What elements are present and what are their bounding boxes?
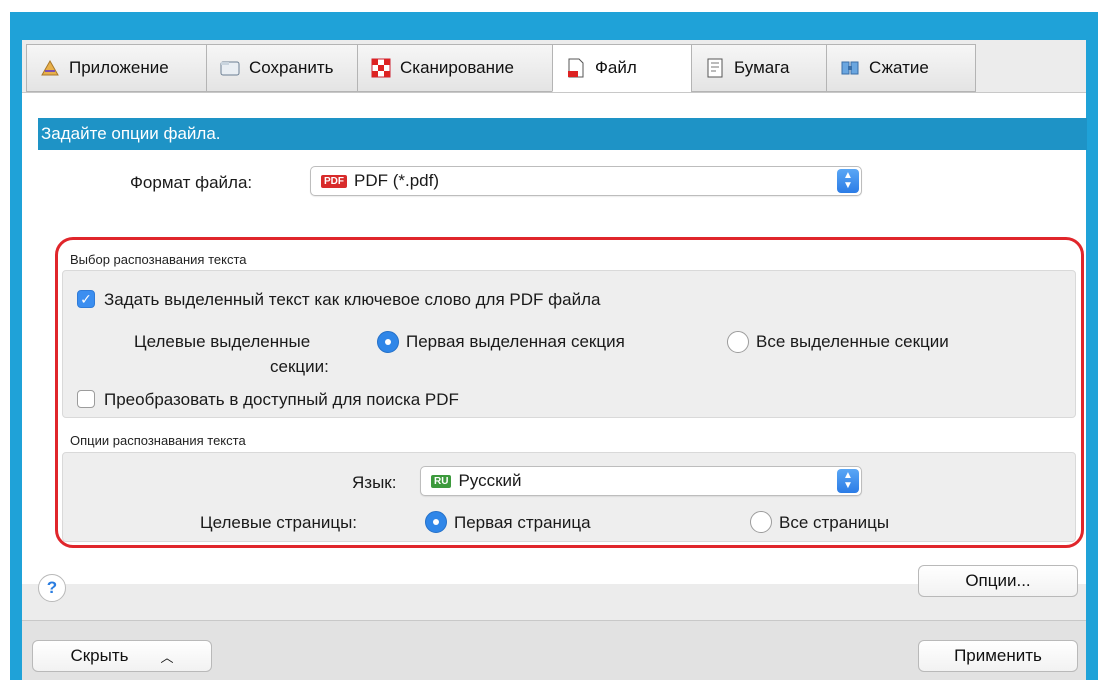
tab-file[interactable]: Файл — [552, 44, 692, 92]
chevron-updown-icon: ▲ ▼ — [837, 169, 859, 193]
folder-icon — [219, 57, 241, 79]
window-border-top — [10, 12, 1098, 40]
target-sections-label-line2: секции: — [270, 357, 329, 376]
file-icon — [565, 57, 587, 79]
language-label: Язык: — [352, 473, 397, 492]
radio-first-section-label: Первая выделенная секция — [406, 332, 625, 351]
tab-paper-label: Бумага — [734, 58, 790, 77]
tab-save-label: Сохранить — [249, 58, 334, 77]
paper-icon — [704, 57, 726, 79]
tab-application[interactable]: Приложение — [26, 44, 207, 92]
file-format-value: PDF (*.pdf) — [354, 171, 440, 190]
app-icon — [39, 57, 61, 79]
keyword-checkbox[interactable]: ✓ — [77, 290, 95, 308]
keyword-checkbox-label: Задать выделенный текст как ключевое сло… — [104, 290, 601, 309]
tab-save[interactable]: Сохранить — [206, 44, 358, 92]
tab-paper[interactable]: Бумага — [691, 44, 827, 92]
apply-button[interactable]: Применить — [918, 640, 1078, 672]
pdf-badge-icon: PDF — [321, 174, 347, 188]
radio-first-page[interactable] — [425, 511, 447, 533]
section-header: Задайте опции файла. — [38, 118, 1087, 150]
searchable-pdf-checkbox[interactable] — [77, 390, 95, 408]
file-format-label: Формат файла: — [130, 173, 253, 192]
recognition-choice-title: Выбор распознавания текста — [70, 252, 247, 267]
radio-first-section[interactable] — [377, 331, 399, 353]
chevron-up-icon: ︿ — [160, 649, 174, 665]
tab-scan[interactable]: Сканирование — [357, 44, 553, 92]
language-value: Русский — [458, 471, 522, 490]
tab-bar: Приложение Сохранить Сканирование Файл Б… — [26, 44, 976, 94]
searchable-pdf-label: Преобразовать в доступный для поиска PDF — [104, 390, 459, 409]
target-pages-label: Целевые страницы: — [200, 513, 358, 532]
help-button[interactable]: ? — [38, 574, 66, 602]
language-select[interactable]: RU Русский ▲ ▼ — [420, 466, 862, 496]
section-header-text: Задайте опции файла. — [41, 124, 221, 143]
target-sections-label-line1: Целевые выделенные — [134, 332, 311, 351]
ru-badge-icon: RU — [431, 474, 452, 488]
scan-icon — [370, 57, 392, 79]
chevron-updown-icon: ▲ ▼ — [837, 469, 859, 493]
compress-icon — [839, 57, 861, 79]
file-format-select[interactable]: PDF PDF (*.pdf) ▲ ▼ — [310, 166, 862, 196]
tab-file-label: Файл — [595, 58, 637, 77]
tab-scan-label: Сканирование — [400, 58, 514, 77]
options-button[interactable]: Опции... — [918, 565, 1078, 597]
hide-button-label: Скрыть — [70, 646, 129, 665]
tab-application-label: Приложение — [69, 58, 169, 77]
radio-all-pages-label: Все страницы — [779, 513, 890, 532]
recognition-options-title: Опции распознавания текста — [70, 433, 246, 448]
radio-first-page-label: Первая страница — [454, 513, 591, 532]
window-border-right — [1086, 12, 1098, 680]
radio-all-sections-label: Все выделенные секции — [756, 332, 949, 351]
radio-all-pages[interactable] — [750, 511, 772, 533]
hide-button[interactable]: Скрыть ︿ — [32, 640, 212, 672]
radio-all-sections[interactable] — [727, 331, 749, 353]
tab-compress[interactable]: Сжатие — [826, 44, 976, 92]
tab-compress-label: Сжатие — [869, 58, 929, 77]
window-border-left — [10, 12, 22, 680]
top-strip — [0, 0, 1102, 12]
